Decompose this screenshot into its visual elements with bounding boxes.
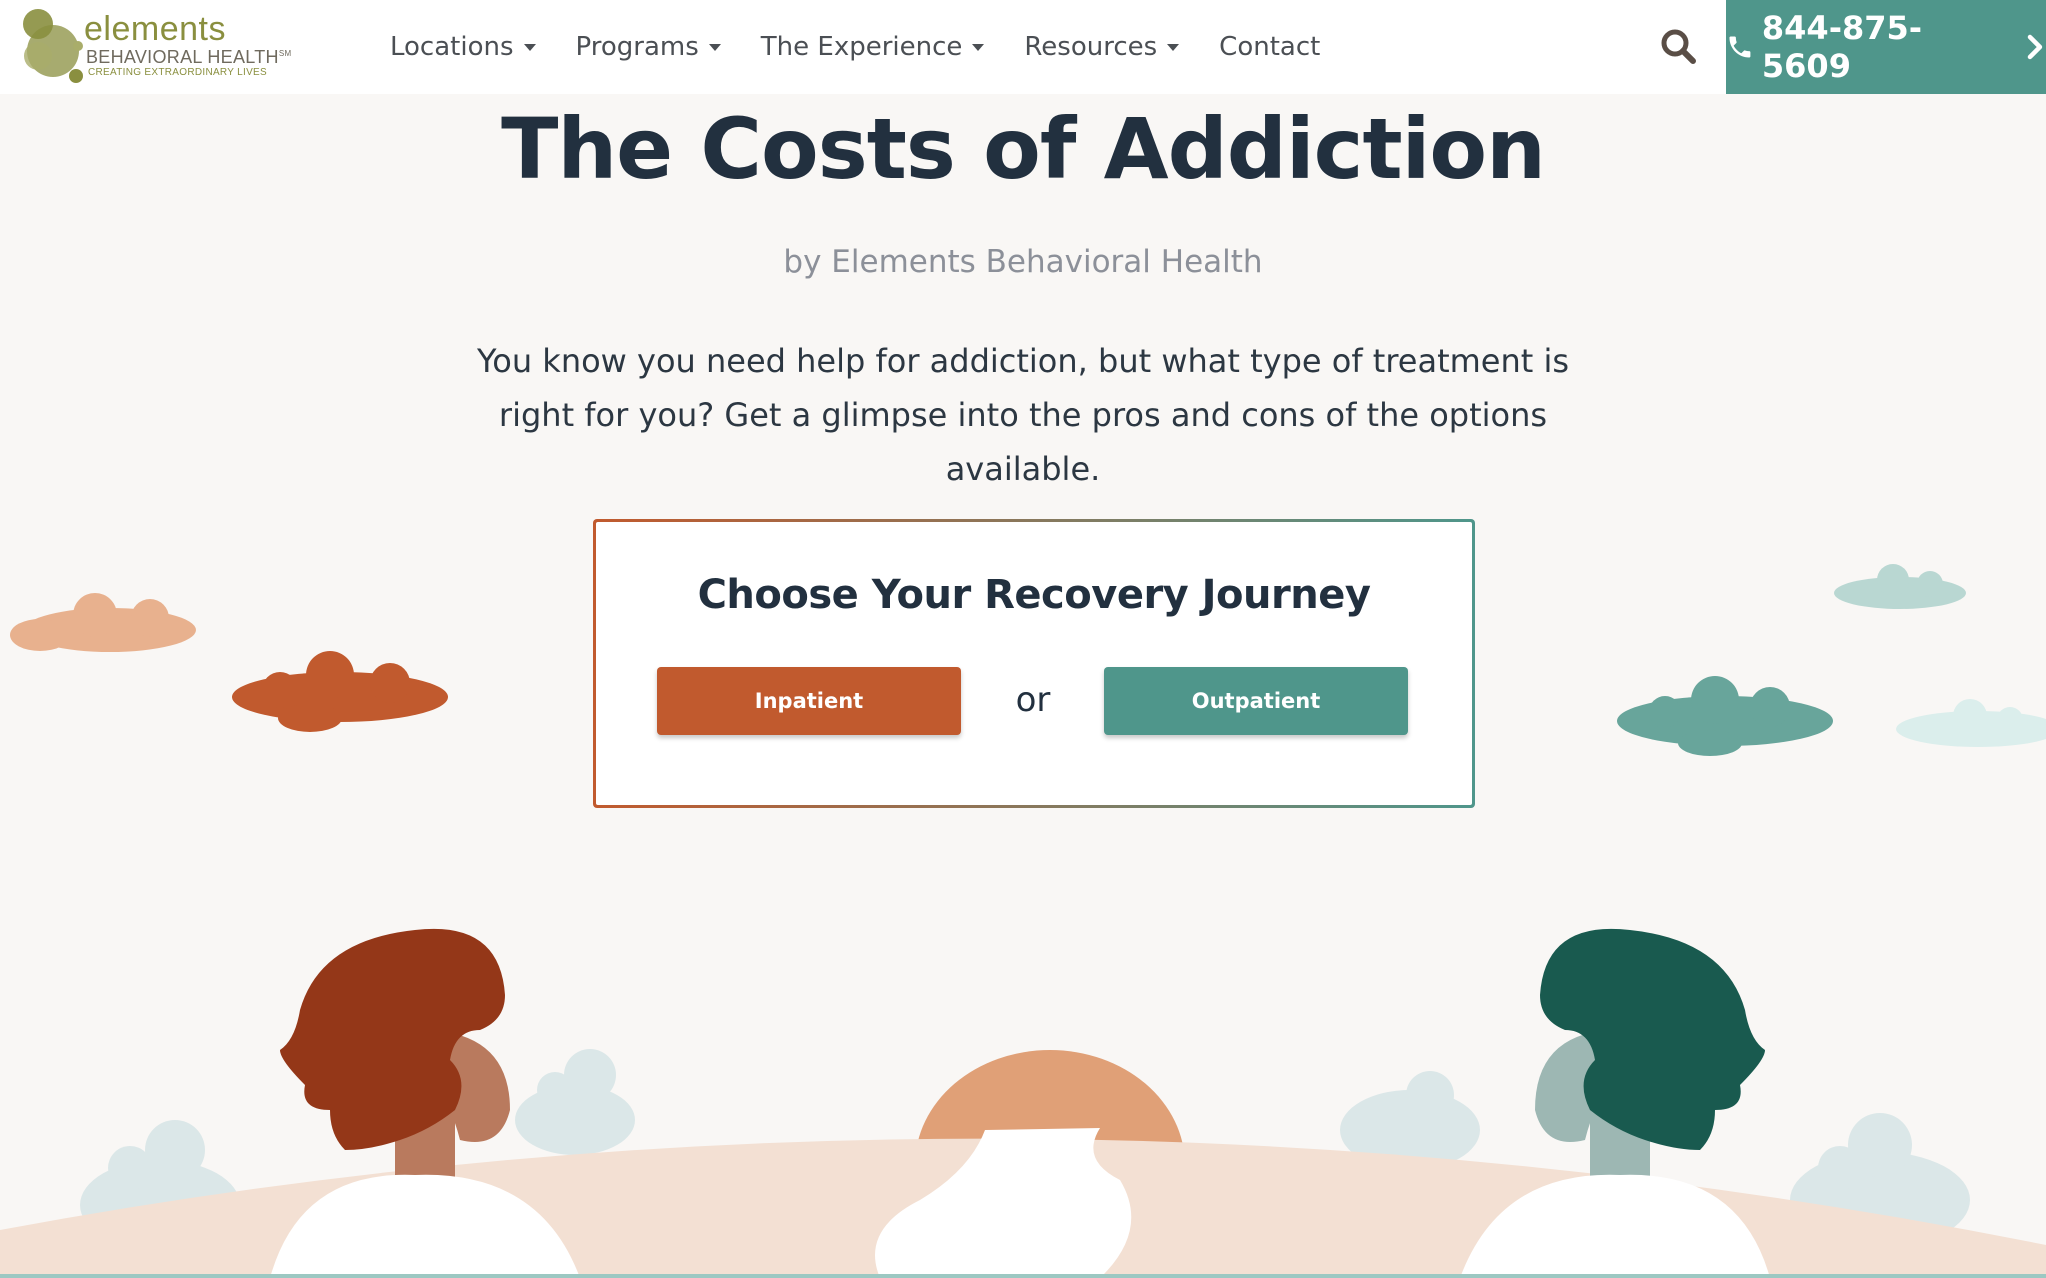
inpatient-button[interactable]: Inpatient (657, 667, 961, 735)
bottom-strip (0, 1274, 2046, 1278)
nav-item-locations[interactable]: Locations (390, 32, 536, 62)
outpatient-button[interactable]: Outpatient (1104, 667, 1408, 735)
caret-down-icon (1167, 43, 1180, 51)
person-right (1460, 928, 1770, 1278)
hill (0, 1138, 2046, 1278)
logo-word: elements (84, 10, 226, 48)
logo[interactable]: elements BEHAVIORAL HEALTHSM CREATING EX… (18, 4, 308, 86)
site-header: elements BEHAVIORAL HEALTHSM CREATING EX… (0, 0, 2046, 94)
chevron-right-icon (2027, 34, 2043, 60)
nav-item-resources[interactable]: Resources (1024, 32, 1180, 62)
cloud-light-teal (1834, 564, 1966, 609)
phone-call-button[interactable]: 844-875-5609 (1726, 0, 2046, 94)
cloud-teal (1617, 676, 1833, 756)
cloud-orange (232, 651, 448, 732)
nav-item-the-experience[interactable]: The Experience (761, 32, 985, 62)
logo-subtitle: BEHAVIORAL HEALTHSM (86, 47, 291, 68)
search-icon[interactable] (1658, 26, 1700, 68)
or-label: or (1015, 680, 1051, 720)
phone-number: 844-875-5609 (1761, 9, 1923, 85)
nav-item-programs[interactable]: Programs (576, 32, 721, 62)
nav-label: The Experience (760, 32, 963, 62)
cloud-pale (1896, 699, 2046, 747)
main-nav: Locations Programs The Experience Resour… (390, 0, 1360, 94)
cloud-peach (10, 593, 196, 652)
search-glyph (1661, 29, 1696, 64)
phone-icon (1729, 36, 1751, 58)
caret-down-icon (708, 43, 721, 51)
caret-down-icon (523, 43, 536, 51)
nav-item-contact[interactable]: Contact (1219, 32, 1320, 62)
logo-mark: SM (278, 49, 292, 58)
caret-down-icon (972, 43, 985, 51)
recovery-journey-card: Choose Your Recovery Journey Inpatient o… (593, 519, 1475, 808)
nav-label: Contact (1219, 32, 1321, 62)
bushes (80, 1049, 1970, 1250)
person-left (270, 928, 580, 1278)
nav-label: Programs (575, 32, 699, 62)
path (875, 1128, 1132, 1278)
logo-subtitle-text: BEHAVIORAL HEALTH (86, 47, 279, 67)
sun (915, 1050, 1185, 1278)
intro-text: You know you need help for addiction, bu… (476, 342, 1570, 488)
page-title: The Costs of Addiction (501, 100, 1546, 198)
logo-circles-icon (23, 9, 83, 83)
nav-label: Locations (390, 32, 514, 62)
byline: by Elements Behavioral Health (783, 244, 1263, 280)
logo-tagline: CREATING EXTRAORDINARY LIVES (88, 67, 267, 78)
card-title: Choose Your Recovery Journey (697, 572, 1371, 618)
card-inner: Choose Your Recovery Journey Inpatient o… (596, 522, 1472, 805)
nav-label: Resources (1024, 32, 1158, 62)
